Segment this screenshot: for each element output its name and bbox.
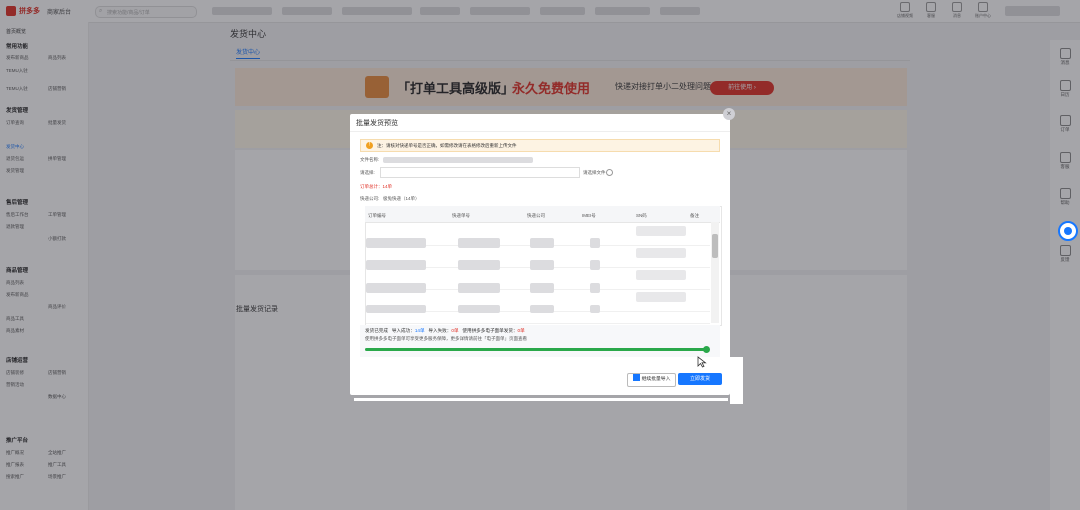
cell-sn	[636, 226, 686, 236]
info-icon[interactable]	[606, 169, 613, 176]
checkbox-icon[interactable]	[632, 374, 640, 381]
dialog-shadow-edge	[354, 398, 728, 401]
ship-now-button[interactable]: 立即发货	[678, 373, 722, 385]
import-success-label: 导入成功	[391, 328, 411, 333]
file-name-value	[383, 157, 533, 163]
cell-tracking-no	[458, 260, 500, 270]
cell-tracking-no	[458, 238, 500, 248]
modal-side-strip	[730, 357, 743, 404]
cell-order-no	[366, 260, 426, 270]
cell-imei	[590, 260, 600, 270]
notice-text: 注：请核对快递单号是否正确，如需修改请在表格修改后重新上传文件	[377, 143, 517, 148]
eface-ship-count: 0单	[517, 328, 525, 333]
col-order-no: 订单编号	[368, 213, 386, 218]
result-summary: 发货已完成 导入成功：14单 导入失败：0单 使用拼多多电子面单发货：0单	[365, 328, 525, 333]
file-label: 文件名称:	[360, 157, 380, 162]
cell-order-no	[366, 305, 426, 313]
close-icon[interactable]: ×	[723, 108, 735, 120]
warning-icon: !	[366, 142, 373, 149]
dialog-divider	[350, 131, 730, 132]
upload-hint[interactable]: 请选择文件	[583, 170, 606, 176]
import-success-count: 14单	[414, 328, 425, 333]
col-imei: IMEI号	[582, 213, 596, 218]
col-sn: SN码	[636, 213, 647, 218]
cell-imei	[590, 238, 600, 248]
cell-courier	[530, 305, 554, 313]
col-courier: 快递公司	[527, 213, 545, 218]
cell-sn	[636, 248, 686, 258]
result-note: 使用拼多多电子面单可享受更多服务保障，更多详情请前往「电子面单」页面查看	[365, 336, 527, 341]
mouse-pointer-icon	[697, 356, 707, 368]
upload-label: 请选择:	[360, 170, 375, 175]
cell-imei	[590, 305, 600, 313]
import-fail-count: 0单	[451, 328, 459, 333]
order-total-value: 14单	[382, 184, 393, 189]
cell-imei	[590, 283, 600, 293]
notice-bar: ! 注：请核对快递单号是否正确，如需修改请在表格修改后重新上传文件	[360, 139, 720, 152]
cell-tracking-no	[458, 283, 500, 293]
continue-import-button[interactable]: 继续批量导入	[627, 373, 676, 387]
courier-label: 快递公司:	[360, 196, 380, 201]
assistant-icon	[1064, 227, 1072, 235]
cell-courier	[530, 283, 554, 293]
col-remark: 备注	[690, 213, 699, 218]
import-progress-bar	[365, 348, 707, 351]
cell-order-no	[366, 238, 426, 248]
cell-tracking-no	[458, 305, 500, 313]
eface-ship-label: 使用拼多多电子面单发货	[462, 328, 513, 333]
col-tracking-no: 快递单号	[452, 213, 470, 218]
result-prefix: 发货已完成	[365, 328, 388, 333]
table-scrollbar[interactable]	[711, 222, 719, 323]
cell-order-no	[366, 283, 426, 293]
courier-value: 极兔快递（14单）	[383, 196, 420, 201]
progress-fill	[365, 348, 707, 351]
cell-sn	[636, 292, 686, 302]
order-total-label: 订单总计：14单	[360, 184, 393, 189]
import-fail-label: 导入失败	[428, 328, 447, 333]
dialog-title: 批量发货预览	[356, 120, 398, 127]
file-path-input[interactable]	[380, 167, 580, 178]
assistant-float-button[interactable]	[1058, 221, 1078, 241]
progress-complete-icon	[703, 346, 710, 353]
cell-courier	[530, 238, 554, 248]
scrollbar-thumb[interactable]	[712, 234, 718, 258]
cell-courier	[530, 260, 554, 270]
cell-sn	[636, 270, 686, 280]
